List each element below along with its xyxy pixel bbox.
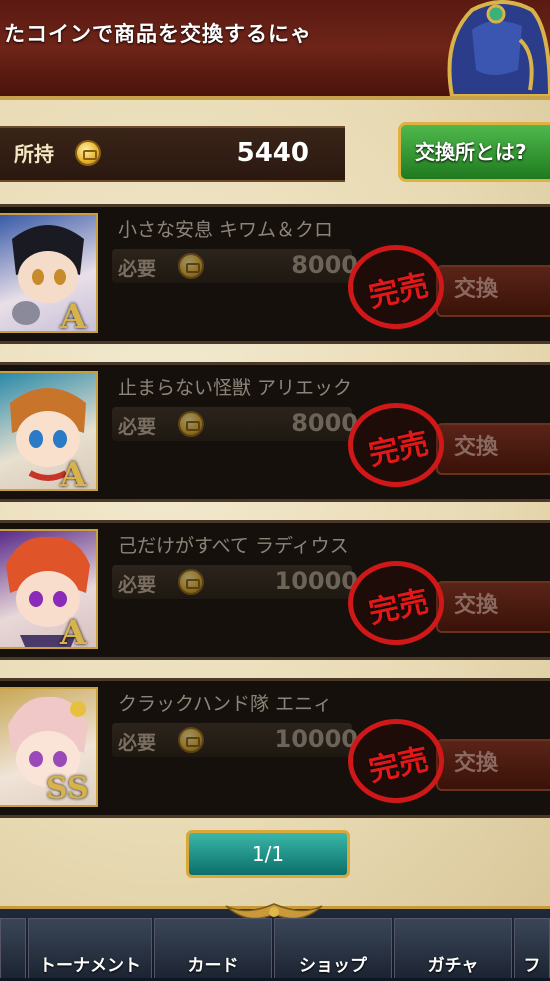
- sold-out-label: 完売: [365, 426, 432, 473]
- top-banner: たコインで商品を交換するにゃ: [0, 0, 550, 96]
- banner-message: たコインで商品を交換するにゃ: [4, 22, 312, 46]
- required-cost-bar: 必要 8000: [112, 249, 358, 283]
- character-card-thumbnail[interactable]: A: [0, 213, 98, 333]
- exchange-button[interactable]: 交換: [436, 265, 550, 317]
- coin-icon: [178, 253, 204, 279]
- coin-icon: [75, 140, 101, 166]
- exchange-item: A 小さな安息 キワム＆クロ 必要 8000 交換 完売: [0, 204, 550, 344]
- mascot-character: [432, 0, 550, 96]
- required-label: 必要: [118, 574, 157, 596]
- coin-balance-bar: 所持 5440: [0, 126, 345, 182]
- nav-tab-label: トーナメント: [39, 956, 141, 976]
- coin-icon: [178, 569, 204, 595]
- required-cost-bar: 必要 10000: [112, 723, 358, 757]
- required-cost-value: 10000: [274, 567, 359, 595]
- rank-badge: SS: [46, 771, 89, 806]
- exchange-button[interactable]: 交換: [436, 423, 550, 475]
- coin-icon: [178, 411, 204, 437]
- exchange-item: A 己だけがすべて ラディウス 必要 10000 交換 完売: [0, 520, 550, 660]
- nav-edge-tab[interactable]: [0, 918, 26, 978]
- sold-out-stamp: 完売: [348, 719, 444, 803]
- nav-tab-tournament[interactable]: トーナメント: [28, 918, 152, 978]
- character-card-thumbnail[interactable]: A: [0, 371, 98, 491]
- nav-tab-label: ショップ: [299, 956, 367, 976]
- required-cost-bar: 必要 10000: [112, 565, 358, 599]
- rank-badge: A: [60, 297, 87, 333]
- item-name: クラックハンド隊 エニィ: [118, 693, 333, 715]
- sold-out-stamp: 完売: [348, 403, 444, 487]
- nav-tab-gacha[interactable]: ガチャ: [394, 918, 512, 978]
- required-cost-value: 8000: [291, 251, 358, 279]
- rank-badge: A: [60, 455, 87, 491]
- coin-owned-value: 5440: [236, 138, 309, 168]
- required-label: 必要: [118, 258, 157, 280]
- page-indicator-button[interactable]: 1/1: [186, 830, 350, 878]
- sold-out-label: 完売: [365, 584, 432, 631]
- exchange-button[interactable]: 交換: [436, 581, 550, 633]
- sold-out-stamp: 完売: [348, 561, 444, 645]
- required-label: 必要: [118, 416, 157, 438]
- coin-owned-label: 所持: [14, 142, 54, 166]
- exchange-button[interactable]: 交換: [436, 739, 550, 791]
- nav-tab-label: ガチャ: [427, 956, 479, 976]
- coin-icon: [178, 727, 204, 753]
- item-name: 止まらない怪獣 アリエック: [118, 377, 353, 399]
- nav-tab-label: フ: [523, 956, 541, 976]
- character-card-thumbnail[interactable]: SS: [0, 687, 98, 807]
- required-cost-value: 8000: [291, 409, 358, 437]
- sold-out-label: 完売: [365, 268, 432, 315]
- exchange-item: A 止まらない怪獣 アリエック 必要 8000 交換 完売: [0, 362, 550, 502]
- nav-tab-card[interactable]: カード: [154, 918, 272, 978]
- item-name: 己だけがすべて ラディウス: [118, 535, 349, 557]
- about-exchange-button[interactable]: 交換所とは?: [398, 122, 550, 182]
- item-name: 小さな安息 キワム＆クロ: [118, 219, 334, 241]
- rank-badge: A: [60, 613, 87, 649]
- required-label: 必要: [118, 732, 157, 754]
- sold-out-stamp: 完売: [348, 245, 444, 329]
- nav-tab-more[interactable]: フ: [514, 918, 550, 978]
- character-card-thumbnail[interactable]: A: [0, 529, 98, 649]
- nav-tab-label: カード: [187, 956, 239, 976]
- nav-tab-shop[interactable]: ショップ: [274, 918, 392, 978]
- sold-out-label: 完売: [365, 742, 432, 789]
- required-cost-value: 10000: [274, 725, 359, 753]
- required-cost-bar: 必要 8000: [112, 407, 358, 441]
- exchange-item: SS クラックハンド隊 エニィ 必要 10000 交換 完売: [0, 678, 550, 818]
